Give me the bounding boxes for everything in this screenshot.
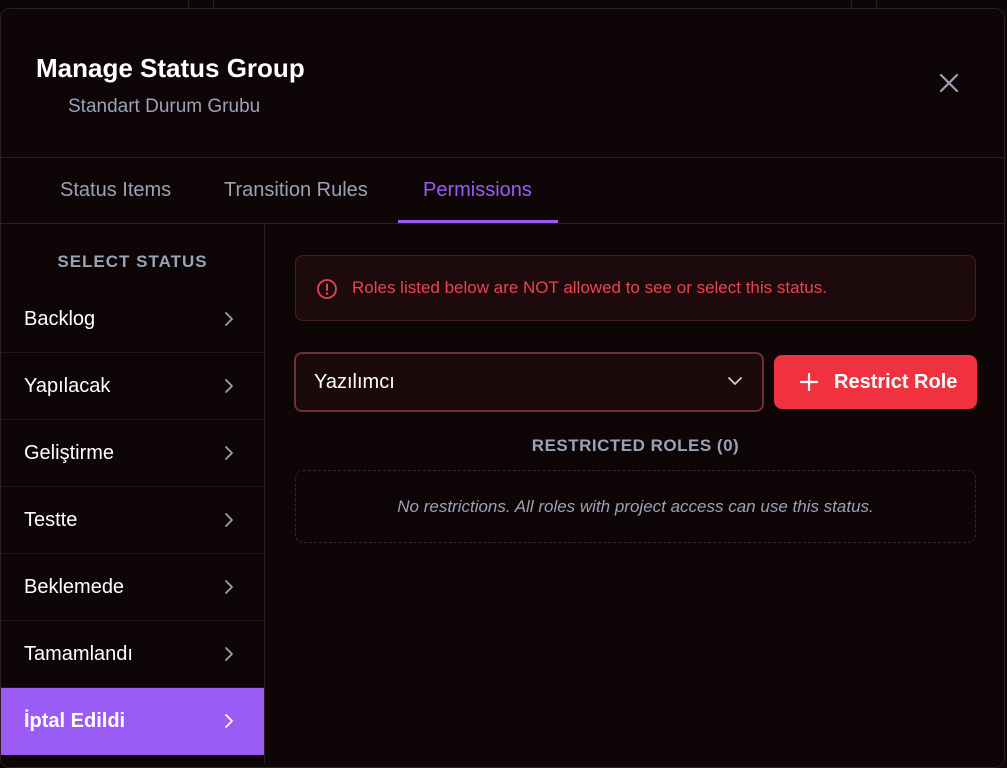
chevron-right-icon: [225, 312, 233, 326]
active-tab-indicator: [398, 220, 558, 223]
modal-subtitle: Standart Durum Grubu: [68, 96, 261, 117]
chevron-down-icon: [728, 377, 742, 385]
close-icon: [939, 73, 959, 93]
restricted-roles-empty-state: No restrictions. All roles with project …: [295, 470, 976, 543]
alert-text: Roles listed below are NOT allowed to se…: [352, 278, 827, 297]
status-item-tamamlandi[interactable]: Tamamlandı: [1, 621, 264, 688]
status-sidebar: SELECT STATUS Backlog Yapılacak Geliştir…: [1, 224, 265, 764]
tab-status-items[interactable]: Status Items: [60, 157, 171, 223]
status-item-backlog[interactable]: Backlog: [1, 286, 264, 353]
plus-icon: [800, 373, 818, 391]
restrict-role-button[interactable]: Restrict Role: [774, 355, 977, 409]
background-divider: [851, 0, 852, 8]
chevron-right-icon: [225, 647, 233, 661]
restricted-roles-heading: RESTRICTED ROLES (0): [531, 436, 740, 455]
modal-header: Manage Status Group Standart Durum Grubu: [1, 9, 1004, 158]
restrict-role-label: Restrict Role: [834, 371, 958, 393]
chevron-right-icon: [225, 580, 233, 594]
chevron-right-icon: [225, 379, 233, 393]
modal-title: Manage Status Group: [36, 53, 305, 83]
chevron-right-icon: [225, 446, 233, 460]
empty-state-text: No restrictions. All roles with project …: [397, 497, 874, 516]
chevron-right-icon: [225, 714, 233, 728]
tab-bar: Status Items Transition Rules Permission…: [1, 157, 1004, 224]
status-item-gelistirme[interactable]: Geliştirme: [1, 420, 264, 487]
close-button[interactable]: [935, 69, 963, 97]
info-circle-icon: [317, 279, 337, 299]
status-item-iptal-edildi[interactable]: İptal Edildi: [1, 688, 264, 755]
status-item-label: Backlog: [24, 308, 96, 330]
status-item-testte[interactable]: Testte: [1, 487, 264, 554]
status-item-label: Beklemede: [24, 576, 125, 598]
manage-status-group-modal: Manage Status Group Standart Durum Grubu…: [0, 8, 1005, 768]
role-select[interactable]: Yazılımcı: [294, 352, 764, 412]
status-item-label: Testte: [24, 509, 78, 531]
background-divider: [213, 0, 214, 8]
background-divider: [188, 0, 189, 8]
chevron-right-icon: [225, 513, 233, 527]
status-item-label: İptal Edildi: [24, 710, 126, 732]
permissions-alert: Roles listed below are NOT allowed to se…: [295, 255, 976, 321]
status-item-label: Yapılacak: [24, 375, 111, 397]
tab-permissions[interactable]: Permissions: [423, 157, 532, 223]
role-select-value: Yazılımcı: [314, 371, 395, 393]
sidebar-heading: SELECT STATUS: [57, 252, 208, 271]
status-item-beklemede[interactable]: Beklemede: [1, 554, 264, 621]
status-item-label: Tamamlandı: [24, 643, 133, 665]
background-divider: [876, 0, 877, 8]
tab-transition-rules[interactable]: Transition Rules: [224, 157, 368, 223]
status-item-label: Geliştirme: [24, 442, 115, 464]
permissions-panel: Roles listed below are NOT allowed to se…: [265, 224, 1004, 764]
status-item-yapilacak[interactable]: Yapılacak: [1, 353, 264, 420]
